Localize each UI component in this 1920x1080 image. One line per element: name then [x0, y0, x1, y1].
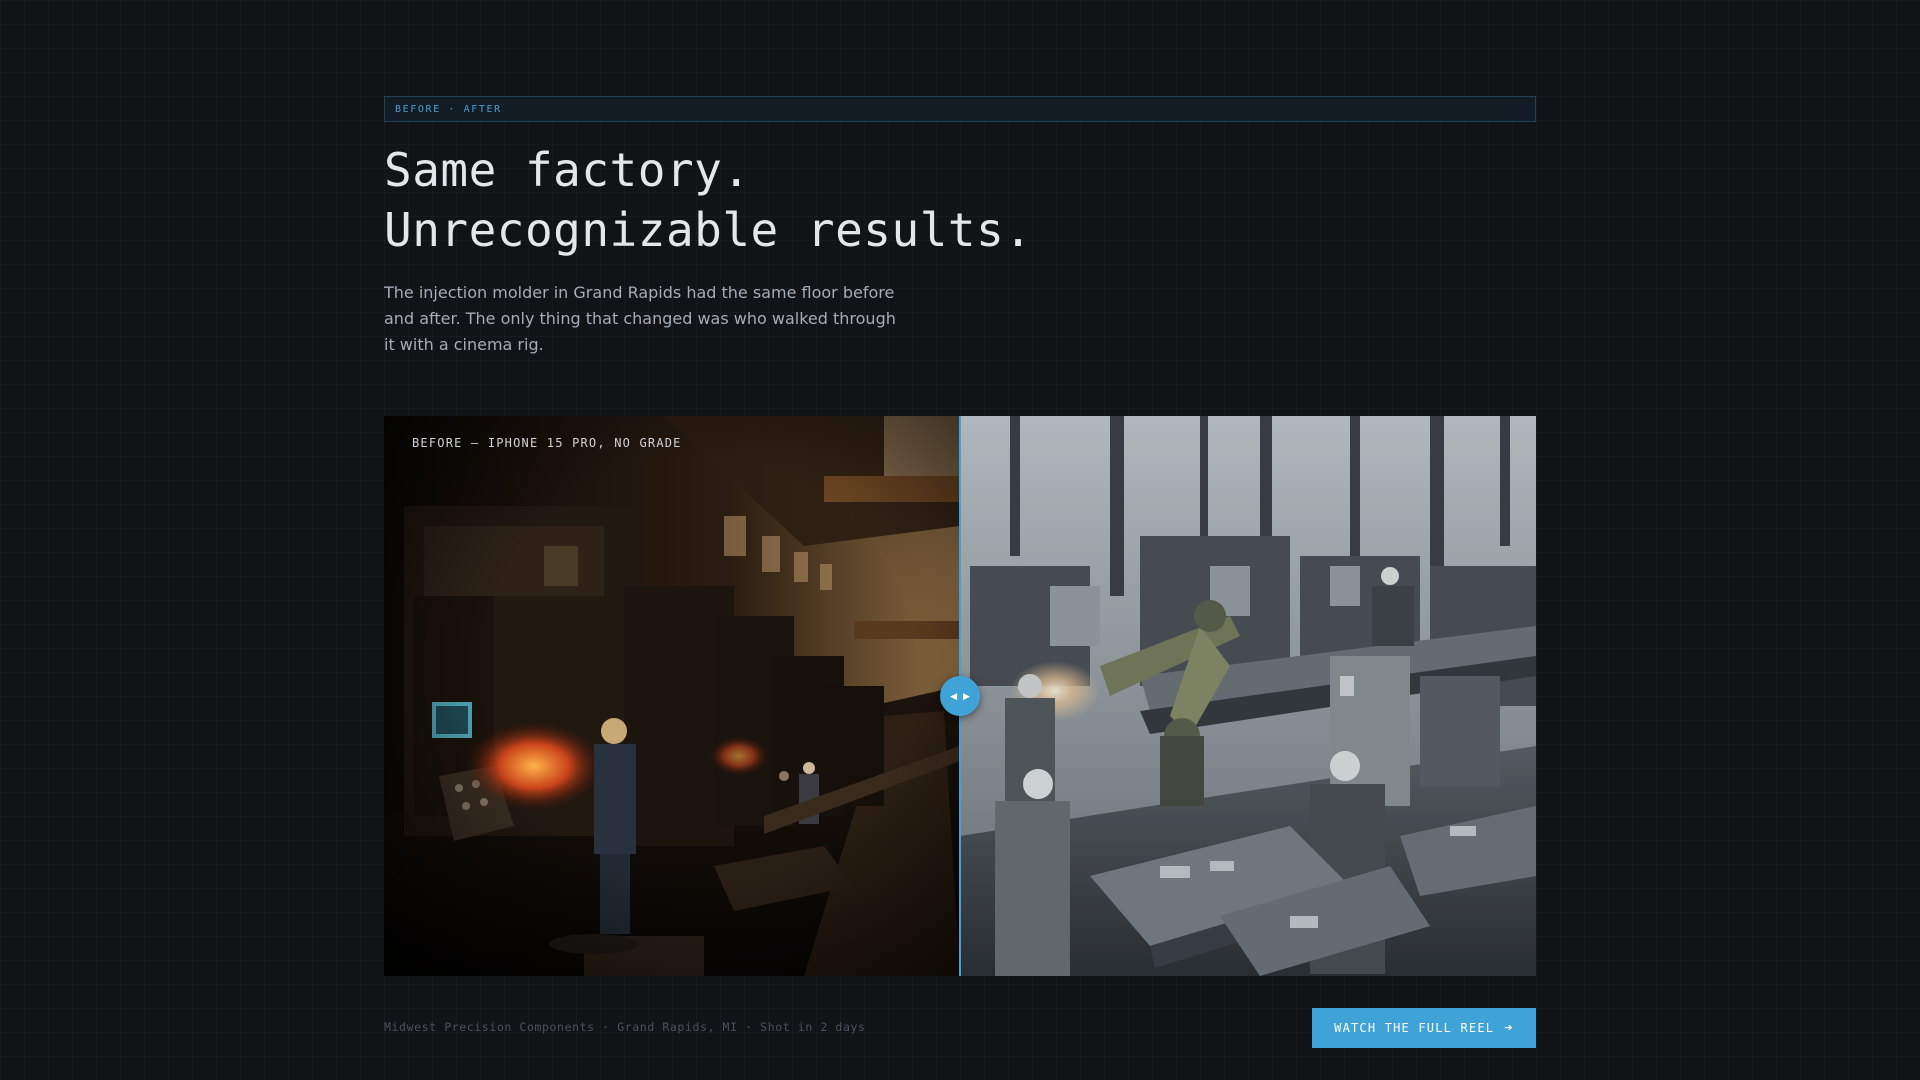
- headline-line-2: Unrecognizable results.: [384, 203, 1033, 257]
- arrow-right-icon: ➔: [1504, 1020, 1514, 1036]
- before-factory-photo: [384, 416, 960, 976]
- watch-reel-label: WATCH THE FULL REEL: [1334, 1021, 1495, 1035]
- after-factory-photo: [960, 416, 1536, 976]
- page-headline: Same factory. Unrecognizable results.: [384, 140, 1536, 260]
- comparison-slider-handle[interactable]: ◀ ▶: [940, 676, 980, 716]
- intro-paragraph: The injection molder in Grand Rapids had…: [384, 283, 896, 354]
- before-image: [384, 416, 960, 976]
- comparison-footer: Midwest Precision Components · Grand Rap…: [384, 1008, 1536, 1048]
- arrow-right-icon: ▶: [963, 690, 970, 701]
- after-image: [960, 416, 1536, 976]
- before-after-comparison[interactable]: ◀ ▶ BEFORE — IPHONE 15 PRO, NO GRADE: [384, 416, 1536, 976]
- before-after-section: BEFORE · AFTER Same factory. Unrecogniza…: [384, 96, 1536, 1048]
- watch-reel-button[interactable]: WATCH THE FULL REEL ➔: [1312, 1008, 1536, 1048]
- before-label: BEFORE — IPHONE 15 PRO, NO GRADE: [412, 436, 682, 450]
- eyebrow-label: BEFORE · AFTER: [395, 103, 502, 115]
- section-eyebrow: BEFORE · AFTER: [384, 96, 1536, 122]
- headline-line-1: Same factory.: [384, 143, 751, 197]
- arrow-left-icon: ◀: [950, 690, 957, 701]
- project-credit: Midwest Precision Components · Grand Rap…: [384, 1020, 866, 1034]
